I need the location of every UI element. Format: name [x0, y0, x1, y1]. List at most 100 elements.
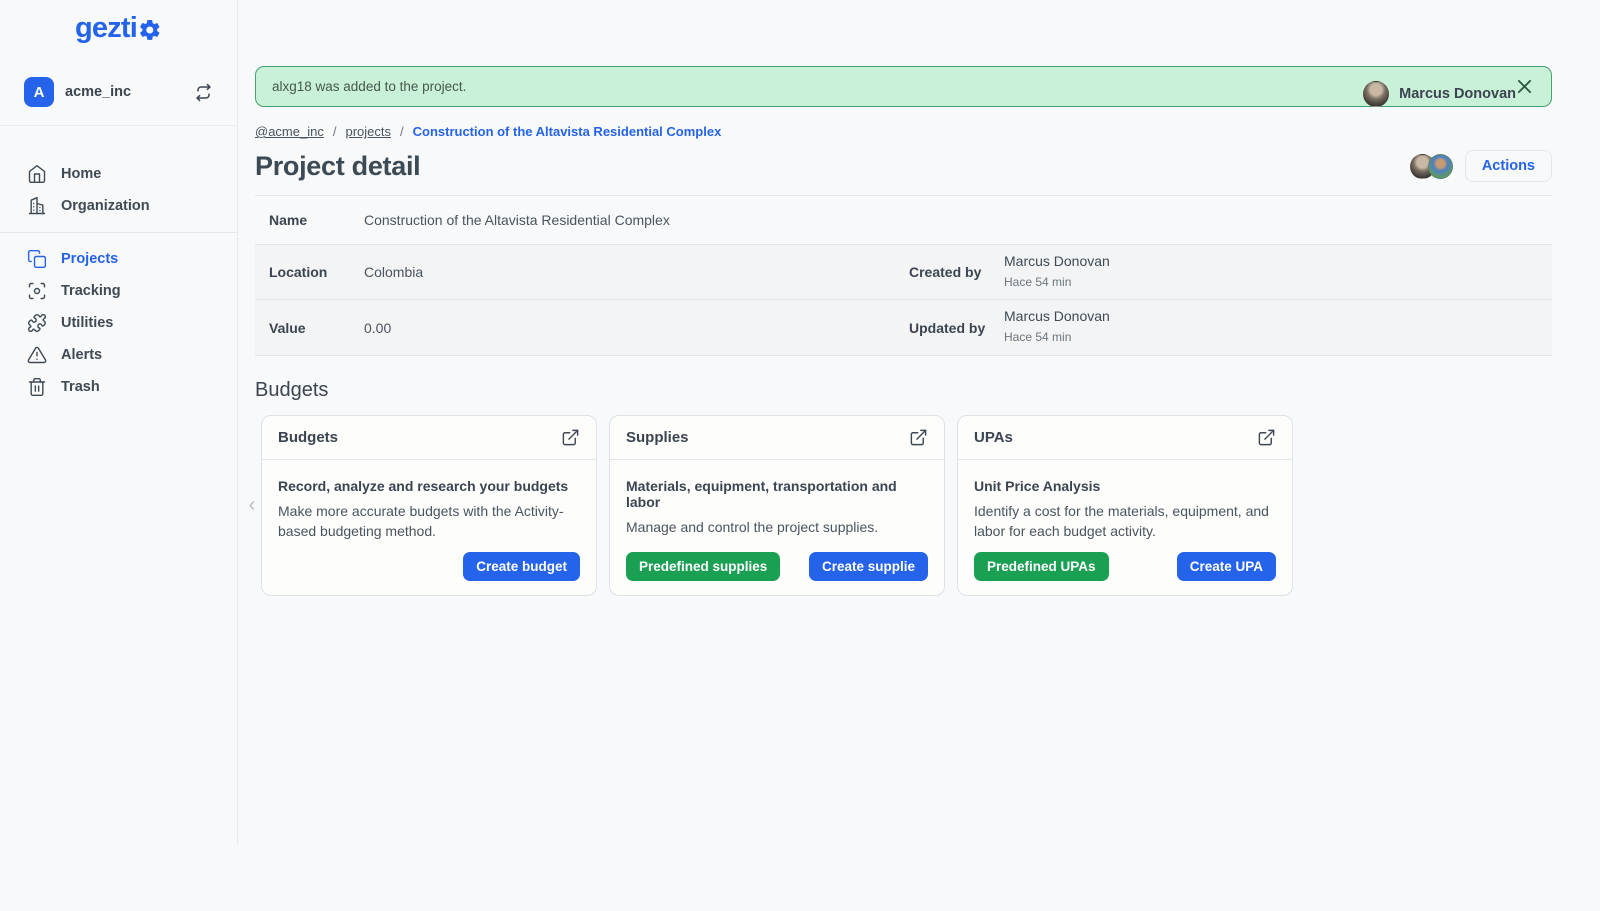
supplies-card-header: Supplies	[610, 416, 944, 460]
breadcrumb-projects-link[interactable]: projects	[345, 124, 391, 139]
projects-icon	[27, 249, 47, 269]
predefined-supplies-button[interactable]: Predefined supplies	[626, 551, 781, 581]
budgets-section-heading: Budgets	[255, 378, 329, 401]
budgets-card-body: Record, analyze and research your budget…	[262, 460, 596, 595]
page-title: Project detail	[255, 150, 421, 181]
breadcrumb-separator: /	[332, 124, 337, 139]
user-menu[interactable]: Marcus Donovan	[1363, 81, 1516, 107]
org-name: acme_inc	[65, 84, 132, 100]
upas-card-subtitle: Unit Price Analysis	[974, 477, 1101, 494]
upas-card-description: Identify a cost for the materials, equip…	[974, 502, 1269, 540]
upas-card-title: UPAs	[974, 428, 1013, 446]
budgets-card-description: Make more accurate budgets with the Acti…	[278, 502, 564, 540]
alert-message: alxg18 was added to the project.	[272, 79, 467, 94]
title-actions: Actions	[1409, 150, 1552, 182]
sidebar-item-home[interactable]: Home	[0, 158, 237, 190]
create-upa-button[interactable]: Create UPA	[1176, 551, 1276, 581]
user-name: Marcus Donovan	[1399, 86, 1516, 102]
budgets-card-header: Budgets	[262, 416, 596, 460]
alert-close-button[interactable]	[1513, 76, 1535, 98]
sidebar-item-label: Tracking	[61, 283, 121, 299]
sidebar-item-label: Home	[61, 166, 102, 182]
chevron-left-icon[interactable]: ‹	[243, 494, 261, 517]
title-row: Project detail Actions	[255, 150, 1552, 182]
trash-icon	[28, 377, 46, 397]
sidebar-nav: Home Organization Projects Tracking Util…	[0, 158, 237, 403]
table-row: Name Construction of the Altavista Resid…	[255, 196, 1552, 245]
value-value: 0.00	[364, 319, 392, 336]
logo-text: gezti	[74, 12, 138, 44]
created-by-name: Marcus Donovan	[1004, 253, 1110, 269]
breadcrumb: @acme_inc / projects / Construction of t…	[255, 124, 1552, 139]
updated-by-time: Hace 54 min	[1004, 330, 1072, 345]
sidebar: gezti A acme_inc Home Organization Proje…	[0, 0, 238, 845]
budgets-cards-row: ‹ Budgets Record, analyze and research y…	[249, 414, 1552, 596]
breadcrumb-separator: /	[400, 124, 404, 139]
location-value: Colombia	[364, 264, 424, 281]
upas-card-header: UPAs	[958, 416, 1292, 460]
sidebar-divider	[0, 232, 237, 233]
member-avatar	[1427, 153, 1453, 179]
supplies-card-subtitle: Materials, equipment, transportation and…	[626, 477, 897, 510]
external-link-icon[interactable]	[1257, 428, 1276, 447]
supplies-card-footer: Predefined supplies Create supplie	[626, 542, 928, 581]
supplies-card-description: Manage and control the project supplies.	[626, 518, 879, 535]
alert-triangle-icon	[27, 346, 47, 364]
building-icon	[28, 196, 46, 215]
sidebar-item-projects[interactable]: Projects	[0, 243, 237, 275]
name-label: Name	[269, 212, 308, 228]
supplies-card: Supplies Materials, equipment, transport…	[609, 414, 945, 596]
logo-gear-icon	[140, 19, 160, 40]
sidebar-item-tracking[interactable]: Tracking	[0, 275, 237, 307]
predefined-upas-button[interactable]: Predefined UPAs	[974, 551, 1109, 581]
app-logo[interactable]: gezti	[0, 12, 237, 45]
create-supplie-button[interactable]: Create supplie	[808, 551, 928, 581]
org-avatar: A	[24, 77, 54, 107]
breadcrumb-current: Construction of the Altavista Residentia…	[412, 124, 722, 139]
upas-card-body: Unit Price Analysis Identify a cost for …	[958, 460, 1292, 595]
table-row: Value 0.00 Updated by Marcus Donovan Hac…	[255, 300, 1552, 356]
actions-button[interactable]: Actions	[1464, 150, 1552, 182]
upas-card-footer: Predefined UPAs Create UPA	[974, 542, 1276, 581]
alert-banner: alxg18 was added to the project.	[255, 66, 1552, 107]
name-value: Construction of the Altavista Residentia…	[364, 212, 670, 228]
project-details-table: Name Construction of the Altavista Resid…	[255, 195, 1552, 356]
value-label: Value	[269, 319, 306, 336]
sidebar-item-organization[interactable]: Organization	[0, 190, 237, 222]
sidebar-item-utilities[interactable]: Utilities	[0, 307, 237, 339]
create-budget-button[interactable]: Create budget	[463, 551, 580, 581]
member-avatars[interactable]	[1409, 153, 1453, 179]
puzzle-icon	[27, 313, 47, 333]
breadcrumb-org-link[interactable]: @acme_inc	[255, 124, 324, 139]
updated-by-label: Updated by	[909, 319, 986, 336]
updated-by-value: Marcus Donovan Hace 54 min	[1004, 300, 1552, 354]
upas-card: UPAs Unit Price Analysis Identify a cost…	[957, 414, 1293, 596]
org-switcher[interactable]: A acme_inc	[0, 77, 237, 126]
close-icon	[1517, 79, 1531, 94]
updated-by-name: Marcus Donovan	[1004, 308, 1110, 325]
table-row: Location Colombia Created by Marcus Dono…	[255, 245, 1552, 301]
sidebar-item-label: Projects	[61, 251, 119, 267]
budgets-card-footer: Create budget	[278, 542, 580, 581]
sidebar-item-trash[interactable]: Trash	[0, 371, 237, 403]
sidebar-item-label: Utilities	[61, 315, 114, 331]
external-link-icon[interactable]	[561, 428, 580, 447]
tracking-scan-icon	[28, 282, 46, 300]
sidebar-item-label: Organization	[61, 198, 150, 214]
created-by-label: Created by	[909, 264, 982, 281]
user-avatar	[1363, 81, 1390, 107]
main-content: Marcus Donovan alxg18 was added to the p…	[238, 66, 1600, 911]
created-by-value: Marcus Donovan Hace 54 min	[1004, 245, 1552, 299]
switch-org-icon[interactable]	[194, 83, 213, 102]
supplies-card-body: Materials, equipment, transportation and…	[610, 460, 944, 595]
created-by-time: Hace 54 min	[1004, 274, 1072, 289]
sidebar-item-label: Alerts	[61, 347, 103, 363]
external-link-icon[interactable]	[909, 428, 928, 447]
sidebar-item-alerts[interactable]: Alerts	[0, 339, 237, 371]
budgets-card-subtitle: Record, analyze and research your budget…	[278, 477, 569, 494]
budgets-card-title: Budgets	[278, 428, 338, 446]
sidebar-item-label: Trash	[61, 379, 100, 395]
home-icon	[28, 164, 46, 184]
supplies-card-title: Supplies	[626, 428, 689, 446]
budgets-card: Budgets Record, analyze and research you…	[261, 414, 597, 596]
